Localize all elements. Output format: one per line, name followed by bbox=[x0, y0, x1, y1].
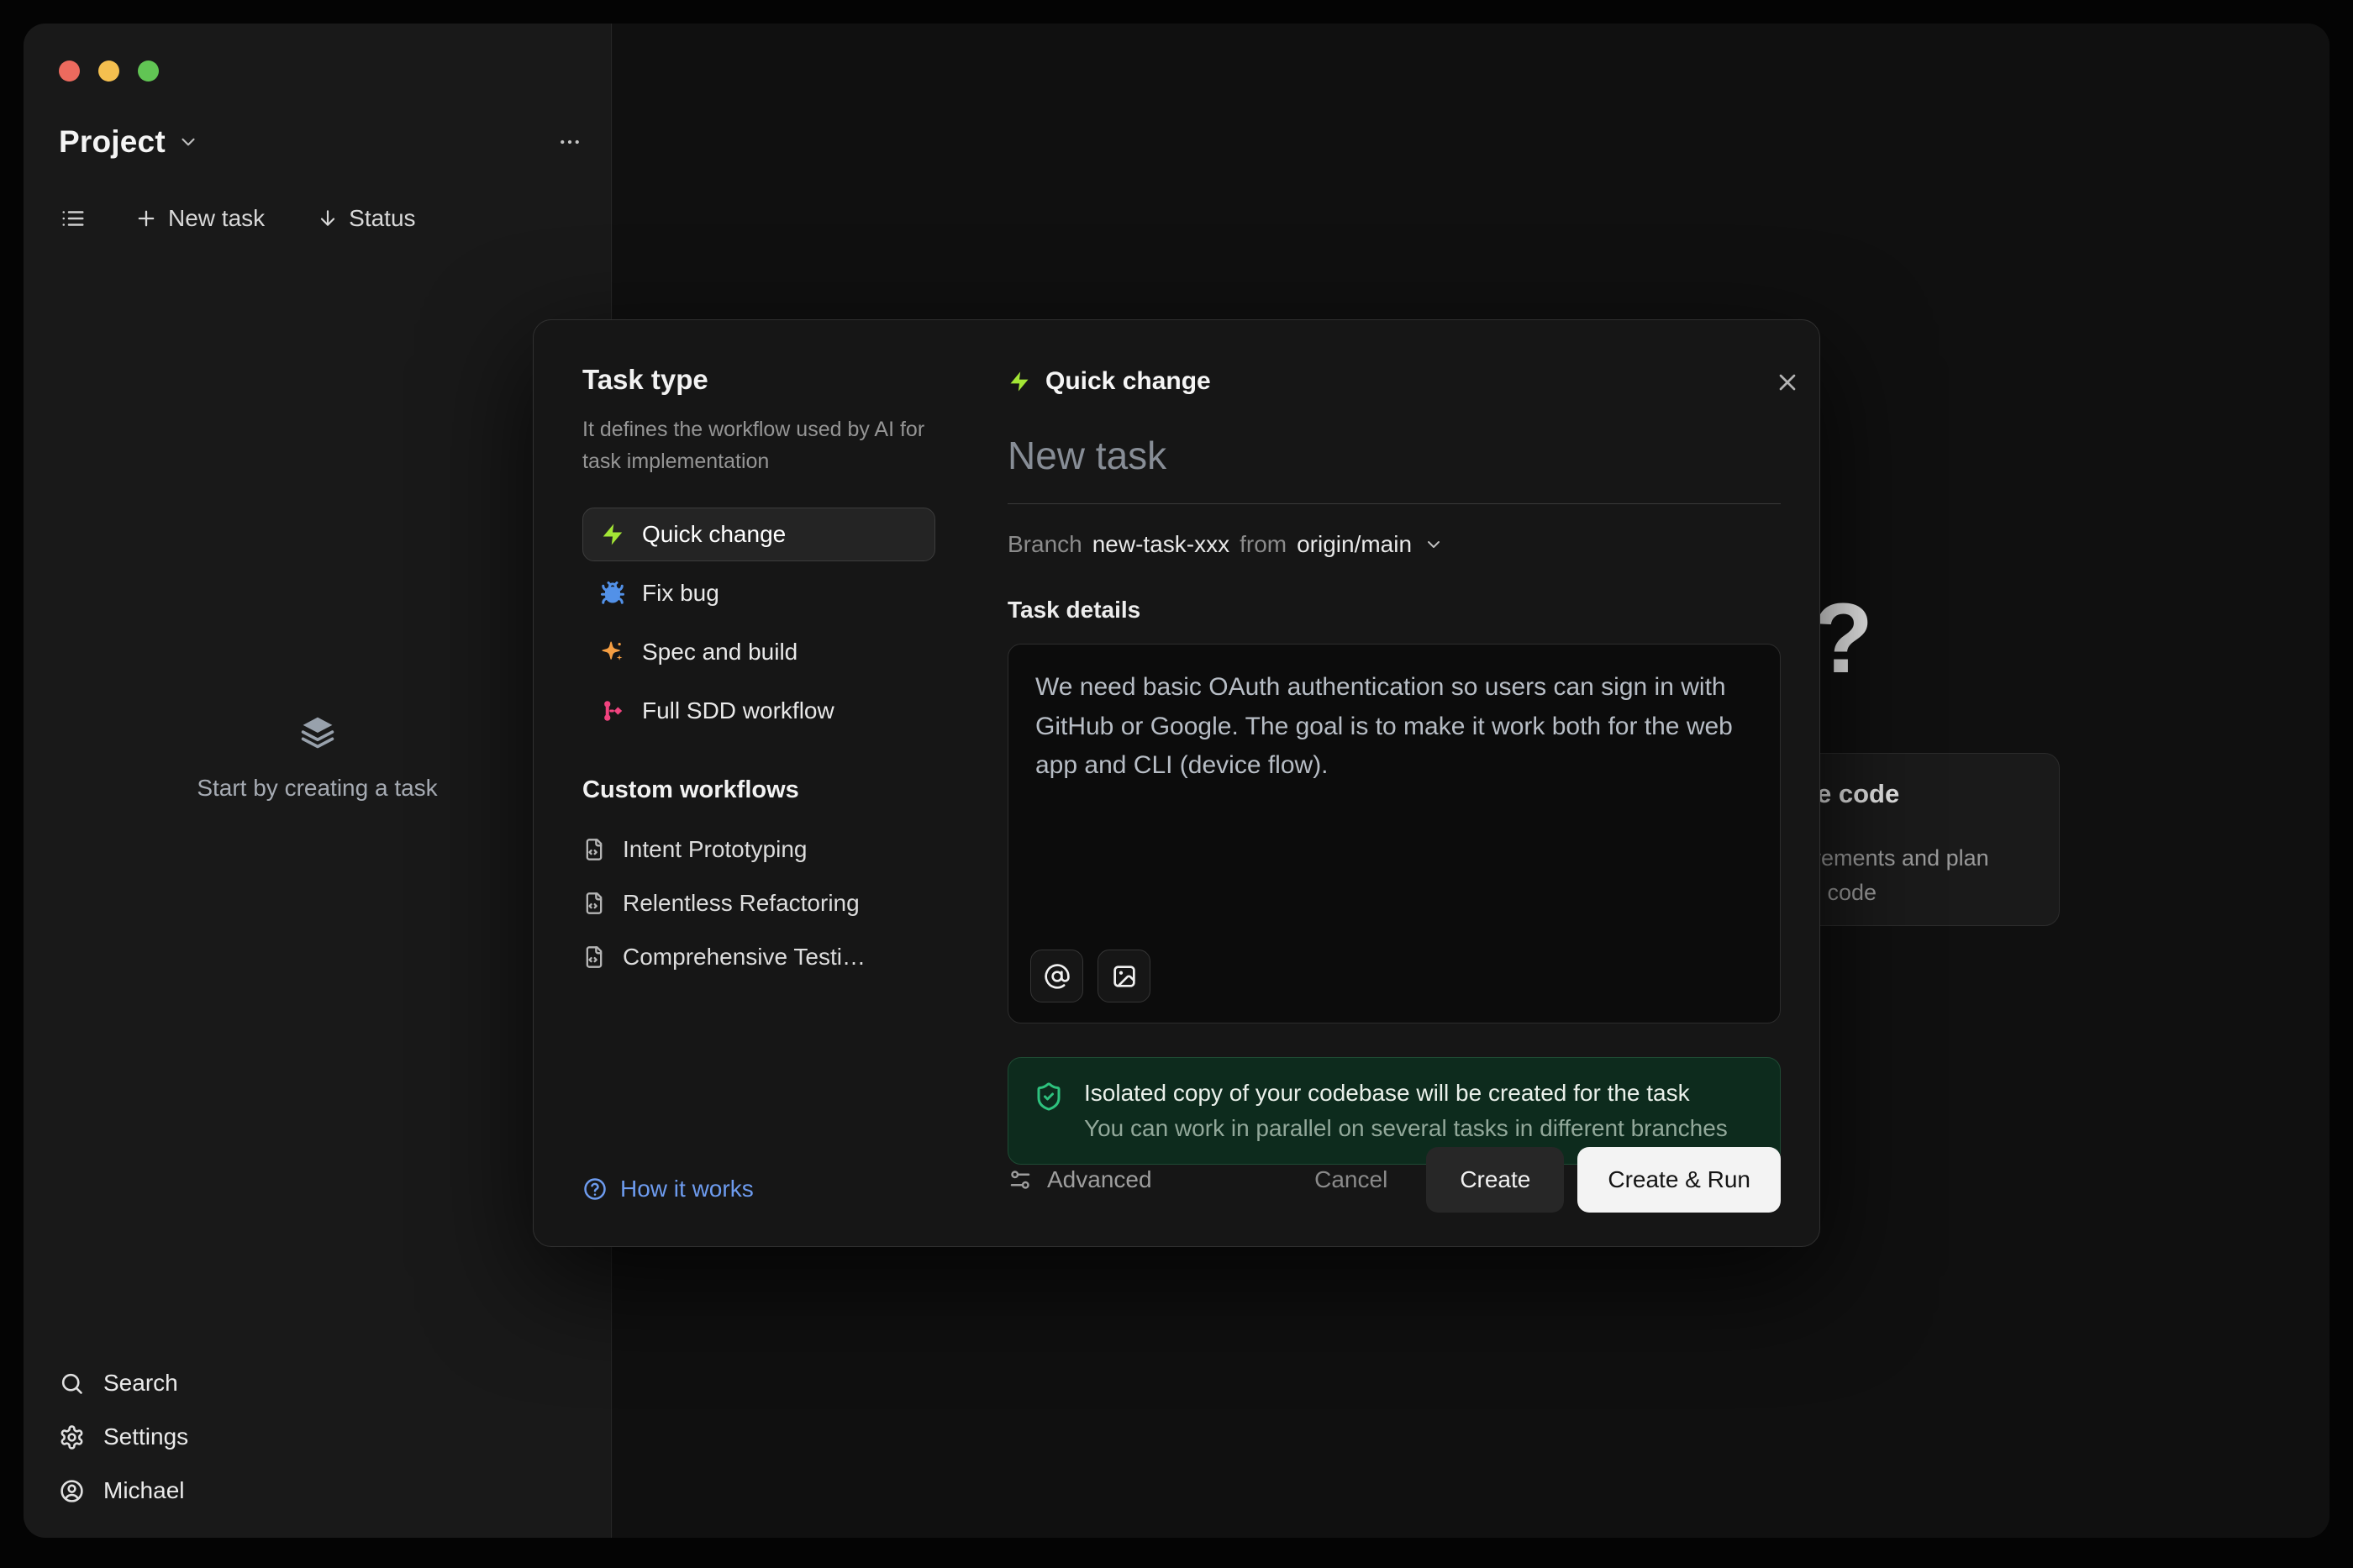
settings-label: Settings bbox=[103, 1423, 188, 1450]
chevron-down-icon[interactable] bbox=[177, 131, 199, 153]
new-task-button[interactable]: New task bbox=[134, 205, 265, 232]
task-details-label: Task details bbox=[1008, 597, 1781, 624]
option-label: Fix bug bbox=[642, 580, 719, 607]
info-box-title: Isolated copy of your codebase will be c… bbox=[1084, 1080, 1728, 1107]
option-label: Full SDD workflow bbox=[642, 697, 834, 724]
empty-state-text: Start by creating a task bbox=[197, 775, 437, 802]
option-label: Spec and build bbox=[642, 639, 797, 666]
close-icon[interactable] bbox=[1774, 369, 1801, 396]
background-card-title: e code bbox=[1817, 779, 2059, 809]
sparkles-icon bbox=[600, 639, 625, 665]
branch-label: Branch bbox=[1008, 531, 1082, 558]
task-type-option-spec-and-build[interactable]: Spec and build bbox=[582, 625, 935, 679]
chevron-down-icon bbox=[1424, 534, 1444, 555]
task-details-input[interactable] bbox=[1035, 668, 1753, 939]
list-view-icon[interactable] bbox=[61, 206, 86, 231]
more-options-icon[interactable] bbox=[557, 129, 582, 155]
task-form-panel: Quick change Branch new-task-xxx from or… bbox=[1004, 320, 1819, 1246]
info-box-subtitle: You can work in parallel on several task… bbox=[1084, 1115, 1728, 1142]
lightning-icon bbox=[600, 522, 625, 547]
advanced-button[interactable]: Advanced bbox=[1008, 1166, 1152, 1193]
create-and-run-button[interactable]: Create & Run bbox=[1577, 1147, 1781, 1213]
branch-name: new-task-xxx bbox=[1092, 531, 1229, 558]
maximize-window-button[interactable] bbox=[138, 61, 159, 82]
file-code-icon bbox=[582, 945, 606, 969]
advanced-label: Advanced bbox=[1047, 1166, 1152, 1193]
background-heading-fragment: ? bbox=[1813, 581, 1873, 696]
shield-check-icon bbox=[1034, 1081, 1064, 1112]
custom-workflow-label: Comprehensive Testi… bbox=[623, 944, 866, 971]
new-task-label: New task bbox=[168, 205, 265, 232]
app-window: Project New task Status bbox=[24, 24, 2329, 1538]
custom-workflow-comprehensive-testing[interactable]: Comprehensive Testi… bbox=[582, 930, 1004, 984]
task-type-panel: Task type It defines the workflow used b… bbox=[534, 320, 1004, 1246]
sidebar-item-search[interactable]: Search bbox=[59, 1356, 188, 1410]
task-title-input[interactable] bbox=[1008, 433, 1781, 504]
close-window-button[interactable] bbox=[59, 61, 80, 82]
background-card-desc-line2: g code bbox=[1808, 876, 2059, 910]
branch-selector[interactable]: Branch new-task-xxx from origin/main bbox=[1008, 531, 1781, 558]
attach-image-button[interactable] bbox=[1098, 950, 1150, 1002]
custom-workflow-intent-prototyping[interactable]: Intent Prototyping bbox=[582, 823, 1004, 876]
from-label: from bbox=[1240, 531, 1287, 558]
minimize-window-button[interactable] bbox=[98, 61, 119, 82]
task-type-title: Task type bbox=[582, 364, 1004, 396]
status-sort-button[interactable]: Status bbox=[317, 205, 415, 232]
file-code-icon bbox=[582, 892, 606, 915]
status-label: Status bbox=[349, 205, 415, 232]
create-button[interactable]: Create bbox=[1426, 1147, 1564, 1213]
gear-icon bbox=[59, 1424, 85, 1450]
workflow-icon bbox=[600, 698, 625, 723]
background-card-desc-line1: irements and plan bbox=[1808, 841, 2059, 876]
base-branch-name: origin/main bbox=[1297, 531, 1412, 558]
sliders-icon bbox=[1008, 1167, 1033, 1192]
custom-workflows-title: Custom workflows bbox=[582, 776, 1004, 804]
custom-workflow-label: Intent Prototyping bbox=[623, 836, 807, 863]
custom-workflow-label: Relentless Refactoring bbox=[623, 890, 860, 917]
plus-icon bbox=[134, 207, 158, 230]
task-details-container bbox=[1008, 644, 1781, 1023]
sidebar-empty-state: Start by creating a task bbox=[24, 714, 611, 802]
arrow-down-icon bbox=[317, 208, 339, 229]
mention-button[interactable] bbox=[1030, 950, 1083, 1002]
sidebar-item-account[interactable]: Michael bbox=[59, 1464, 188, 1518]
task-type-option-full-sdd-workflow[interactable]: Full SDD workflow bbox=[582, 684, 935, 738]
user-circle-icon bbox=[59, 1478, 85, 1504]
search-icon bbox=[59, 1371, 85, 1397]
how-it-works-label: How it works bbox=[620, 1176, 754, 1202]
file-code-icon bbox=[582, 838, 606, 861]
bug-icon bbox=[600, 581, 625, 606]
task-type-option-quick-change[interactable]: Quick change bbox=[582, 508, 935, 561]
new-task-modal: Task type It defines the workflow used b… bbox=[533, 319, 1820, 1247]
option-label: Quick change bbox=[642, 521, 786, 548]
task-type-option-fix-bug[interactable]: Fix bug bbox=[582, 566, 935, 620]
search-label: Search bbox=[103, 1370, 178, 1397]
lightning-icon bbox=[1008, 370, 1031, 393]
layers-icon bbox=[299, 714, 336, 751]
window-controls bbox=[59, 61, 159, 82]
help-circle-icon bbox=[582, 1176, 608, 1202]
modal-title: Quick change bbox=[1045, 367, 1211, 396]
account-label: Michael bbox=[103, 1477, 184, 1504]
how-it-works-link[interactable]: How it works bbox=[582, 1176, 754, 1202]
cancel-button[interactable]: Cancel bbox=[1314, 1166, 1387, 1193]
sidebar: Project New task Status bbox=[24, 24, 612, 1538]
task-type-description: It defines the workflow used by AI for t… bbox=[582, 414, 939, 477]
sidebar-item-settings[interactable]: Settings bbox=[59, 1410, 188, 1464]
project-title[interactable]: Project bbox=[59, 124, 166, 160]
custom-workflow-relentless-refactoring[interactable]: Relentless Refactoring bbox=[582, 876, 1004, 930]
